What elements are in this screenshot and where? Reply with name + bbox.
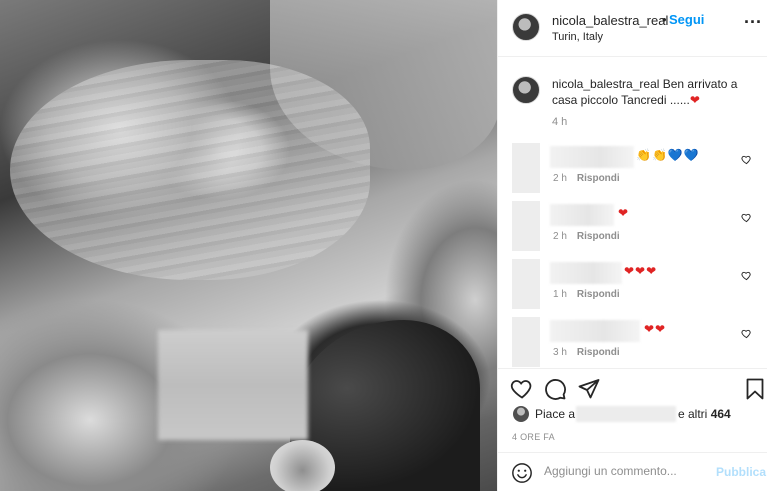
comment-emojis: ❤❤	[644, 322, 667, 336]
publish-button[interactable]: Pubblica	[716, 465, 766, 479]
comment-composer: Pubblica	[498, 452, 767, 491]
follow-button[interactable]: Segui	[669, 12, 704, 27]
comment-emojis: ❤	[618, 206, 630, 220]
comment-item: ❤❤ 3 h Rispondi	[498, 314, 767, 372]
post-location[interactable]: Turin, Italy	[552, 31, 603, 43]
caption-username[interactable]: nicola_balestra_real	[552, 77, 659, 91]
more-options-icon[interactable]: ...	[744, 8, 762, 26]
reply-button[interactable]: Rispondi	[577, 173, 620, 184]
share-icon[interactable]	[577, 377, 601, 401]
comment-username-blurred[interactable]	[550, 204, 614, 226]
comment-emojis: 👏👏💙💙	[636, 148, 700, 162]
post-actions	[498, 368, 767, 404]
caption-avatar[interactable]	[512, 76, 540, 104]
liked-by-prefix: Piace a	[535, 407, 576, 421]
like-comment-icon[interactable]	[741, 328, 752, 339]
photo-baby-ear	[270, 440, 335, 491]
comment-meta: 1 h Rispondi	[553, 289, 620, 300]
emoji-icon[interactable]	[511, 462, 533, 484]
comment-time: 2 h	[553, 231, 567, 242]
comment-avatar-blurred[interactable]	[512, 201, 540, 251]
photo-blurred-face	[158, 330, 308, 440]
comment-username-blurred[interactable]	[550, 262, 622, 284]
comment-avatar-blurred[interactable]	[512, 143, 540, 193]
comment-avatar-blurred[interactable]	[512, 317, 540, 367]
caption-text: nicola_balestra_real Ben arrivato a casa…	[552, 76, 757, 108]
likes-others[interactable]: e altri 464	[678, 407, 731, 421]
like-comment-icon[interactable]	[741, 212, 752, 223]
post-side-panel: nicola_balestra_real • Segui Turin, Ital…	[497, 0, 767, 491]
comment-item: ❤ 2 h Rispondi	[498, 198, 767, 256]
likes-count: 464	[710, 407, 731, 421]
comment-meta: 2 h Rispondi	[553, 231, 620, 242]
comment-time: 2 h	[553, 173, 567, 184]
likes-summary: Piace a e altri 464	[498, 404, 767, 424]
liker-username-blurred[interactable]	[576, 406, 676, 422]
comment-username-blurred[interactable]	[550, 320, 640, 342]
comment-meta: 3 h Rispondi	[553, 347, 620, 358]
comment-item: 👏👏💙💙 2 h Rispondi	[498, 140, 767, 198]
reply-button[interactable]: Rispondi	[577, 347, 620, 358]
header-separator: •	[662, 12, 667, 27]
like-comment-icon[interactable]	[741, 270, 752, 281]
post-photo[interactable]	[0, 0, 497, 491]
comment-username-blurred[interactable]	[550, 146, 634, 168]
comments-list: 👏👏💙💙 2 h Rispondi ❤ 2 h Rispondi ❤❤❤ 1 h Ri…	[498, 140, 767, 372]
heart-icon[interactable]	[510, 377, 534, 401]
comment-emojis: ❤❤❤	[624, 264, 658, 278]
reply-button[interactable]: Rispondi	[577, 289, 620, 300]
comment-time: 3 h	[553, 347, 567, 358]
comment-icon[interactable]	[543, 377, 567, 401]
comment-avatar-blurred[interactable]	[512, 259, 540, 309]
bookmark-icon[interactable]	[743, 377, 767, 401]
author-avatar[interactable]	[512, 13, 540, 41]
others-prefix: e altri	[678, 407, 708, 421]
like-comment-icon[interactable]	[741, 154, 752, 165]
comment-input[interactable]	[544, 464, 704, 478]
comment-meta: 2 h Rispondi	[553, 173, 620, 184]
comment-item: ❤❤❤ 1 h Rispondi	[498, 256, 767, 314]
post-timestamp[interactable]: 4 ORE FA	[512, 432, 555, 442]
caption-time: 4 h	[552, 116, 568, 128]
reply-button[interactable]: Rispondi	[577, 231, 620, 242]
liker-avatar[interactable]	[513, 406, 529, 422]
red-heart-emoji: ❤	[689, 93, 700, 107]
post-header: nicola_balestra_real • Segui Turin, Ital…	[498, 0, 767, 57]
comment-time: 1 h	[553, 289, 567, 300]
photo-blanket	[10, 60, 370, 280]
author-username[interactable]: nicola_balestra_real	[552, 13, 668, 28]
